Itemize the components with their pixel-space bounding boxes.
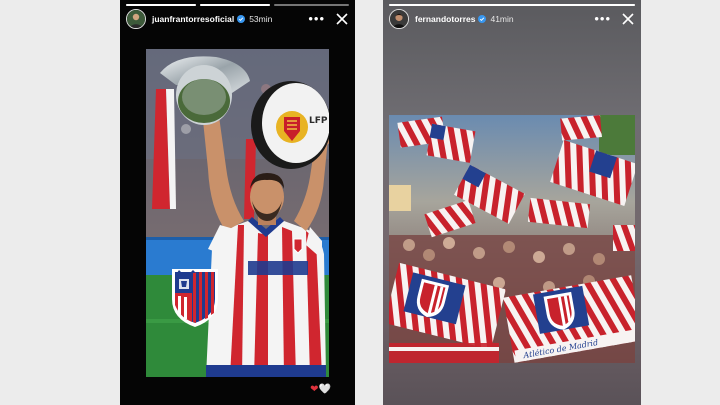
avatar[interactable]	[126, 9, 146, 29]
progress-segment-1	[126, 4, 196, 6]
svg-text:LFP: LFP	[309, 116, 328, 126]
more-options-icon[interactable]: •••	[594, 12, 611, 25]
verified-badge-icon	[478, 15, 487, 23]
progress-segment-1	[389, 4, 635, 6]
story-fernandotorres[interactable]: fernandotorres 41min ••• Atlético de Mad…	[383, 0, 641, 405]
heart-red-icon: ❤	[310, 384, 319, 395]
verified-badge-icon	[237, 15, 246, 23]
close-icon[interactable]	[335, 12, 349, 26]
username[interactable]: fernandotorres	[415, 14, 475, 24]
trophy-celebration-photo: LFP	[146, 49, 329, 377]
more-options-icon[interactable]: •••	[308, 12, 325, 25]
close-icon[interactable]	[621, 12, 635, 26]
fans-flags-photo: Atlético de Madrid	[389, 115, 635, 363]
avatar[interactable]	[389, 9, 409, 29]
post-time: 41min	[490, 14, 514, 24]
post-time: 53min	[249, 14, 273, 24]
heart-white-icon: 🤍	[318, 384, 331, 395]
progress-segment-2	[200, 4, 270, 6]
progress-segment-3	[274, 4, 349, 6]
username[interactable]: juanfrantorresoficial	[152, 14, 234, 24]
story-header: fernandotorres 41min •••	[389, 8, 635, 30]
story-header: juanfrantorresoficial 53min •••	[126, 8, 349, 30]
story-juanfran[interactable]: juanfrantorresoficial 53min ••• LFP ❤🤍	[120, 0, 355, 405]
reactions: ❤🤍	[310, 384, 331, 395]
